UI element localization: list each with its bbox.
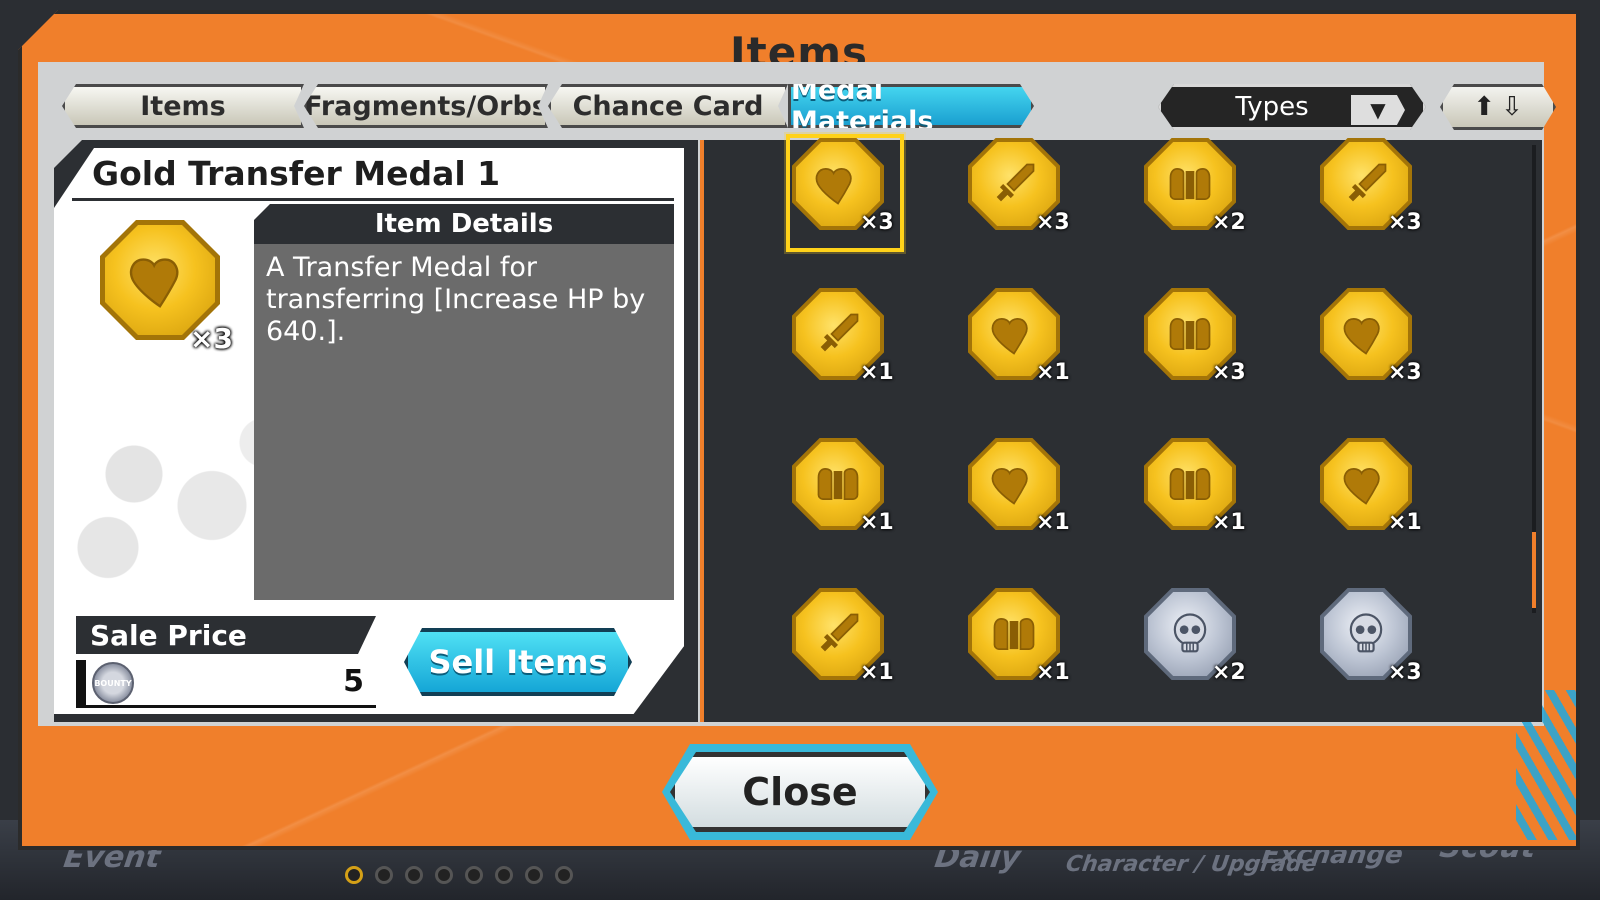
types-filter-dropdown[interactable]: Types ▼ xyxy=(1158,84,1426,130)
bounty-coin-icon: BOUNTY xyxy=(92,662,134,704)
tab-fragments-orbs[interactable]: Fragments/Orbs xyxy=(304,84,548,128)
medal-quantity: ×1 xyxy=(1036,660,1070,685)
medal-item-skull[interactable]: ×3 xyxy=(1314,588,1434,708)
armor-icon xyxy=(1169,167,1211,201)
sword-icon xyxy=(820,613,859,652)
medal-quantity: ×2 xyxy=(1212,660,1246,685)
medal-item-sword[interactable]: ×3 xyxy=(962,138,1082,258)
sell-items-button[interactable]: Sell Items xyxy=(404,628,632,696)
medal-item-heart[interactable]: ×3 xyxy=(1314,288,1434,408)
medal-quantity: ×1 xyxy=(1036,360,1070,385)
item-name: Gold Transfer Medal 1 xyxy=(92,154,501,193)
medal-item-armor[interactable]: ×1 xyxy=(962,588,1082,708)
sword-icon xyxy=(996,163,1035,202)
armor-icon xyxy=(1169,317,1211,351)
grid-scrollbar-thumb[interactable] xyxy=(1532,532,1536,608)
heart-icon xyxy=(1343,317,1380,355)
medal-quantity: ×1 xyxy=(1036,510,1070,535)
heart-icon xyxy=(991,467,1028,505)
skull-icon xyxy=(1349,613,1383,653)
medal-quantity: ×1 xyxy=(860,660,894,685)
item-details-heading: Item Details xyxy=(254,204,674,244)
medal-item-sword[interactable]: ×3 xyxy=(1314,138,1434,258)
medal-item-armor[interactable]: ×1 xyxy=(786,438,906,558)
close-button[interactable]: Close xyxy=(670,752,930,832)
medal-item-heart[interactable]: ×1 xyxy=(962,438,1082,558)
medal-quantity: ×1 xyxy=(860,510,894,535)
skull-icon xyxy=(1173,613,1207,653)
divider xyxy=(72,198,674,201)
medal-quantity: ×2 xyxy=(1212,210,1246,235)
medal-item-heart[interactable]: ×1 xyxy=(1314,438,1434,558)
sale-price-label: Sale Price xyxy=(76,616,376,654)
selection-highlight xyxy=(786,134,904,252)
tab-medal-materials[interactable]: Medal Materials xyxy=(788,84,1034,128)
medal-quantity: ×1 xyxy=(1388,510,1422,535)
sword-icon xyxy=(1348,163,1387,202)
medal-quantity: ×3 xyxy=(1036,210,1070,235)
medal-quantity: ×3 xyxy=(1388,210,1422,235)
heart-icon xyxy=(1343,467,1380,505)
medal-quantity: ×1 xyxy=(1212,510,1246,535)
heart-icon xyxy=(129,258,179,308)
medal-item-heart[interactable]: ×1 xyxy=(962,288,1082,408)
medal-quantity: ×3 xyxy=(1212,360,1246,385)
medal-quantity: ×1 xyxy=(860,360,894,385)
armor-icon xyxy=(993,617,1035,651)
arrow-up-icon: ⬆ xyxy=(1473,92,1495,122)
armor-icon xyxy=(1169,467,1211,501)
sale-price-value: 5 xyxy=(343,664,364,699)
medal-item-armor[interactable]: ×2 xyxy=(1138,138,1258,258)
medal-quantity: ×3 xyxy=(1388,360,1422,385)
medal-item-sword[interactable]: ×1 xyxy=(786,288,906,408)
medal-item-armor[interactable]: ×1 xyxy=(1138,438,1258,558)
medal-item-skull[interactable]: ×2 xyxy=(1138,588,1258,708)
medal-quantity: ×3 xyxy=(1388,660,1422,685)
medal-item-sword[interactable]: ×1 xyxy=(786,588,906,708)
armor-icon xyxy=(817,467,859,501)
page-indicator xyxy=(345,866,573,884)
sort-order-button[interactable]: ⬆ ⇩ xyxy=(1440,84,1556,130)
selected-item-quantity: ×3 xyxy=(190,322,233,355)
medal-item-armor[interactable]: ×3 xyxy=(1138,288,1258,408)
arrow-down-icon: ⇩ xyxy=(1501,92,1523,122)
chevron-down-icon: ▼ xyxy=(1351,95,1405,125)
sword-icon xyxy=(820,313,859,352)
heart-icon xyxy=(991,317,1028,355)
item-description: A Transfer Medal for transferring [Incre… xyxy=(254,244,674,600)
tab-chance-card[interactable]: Chance Card xyxy=(548,84,788,128)
tab-items[interactable]: Items xyxy=(62,84,304,128)
